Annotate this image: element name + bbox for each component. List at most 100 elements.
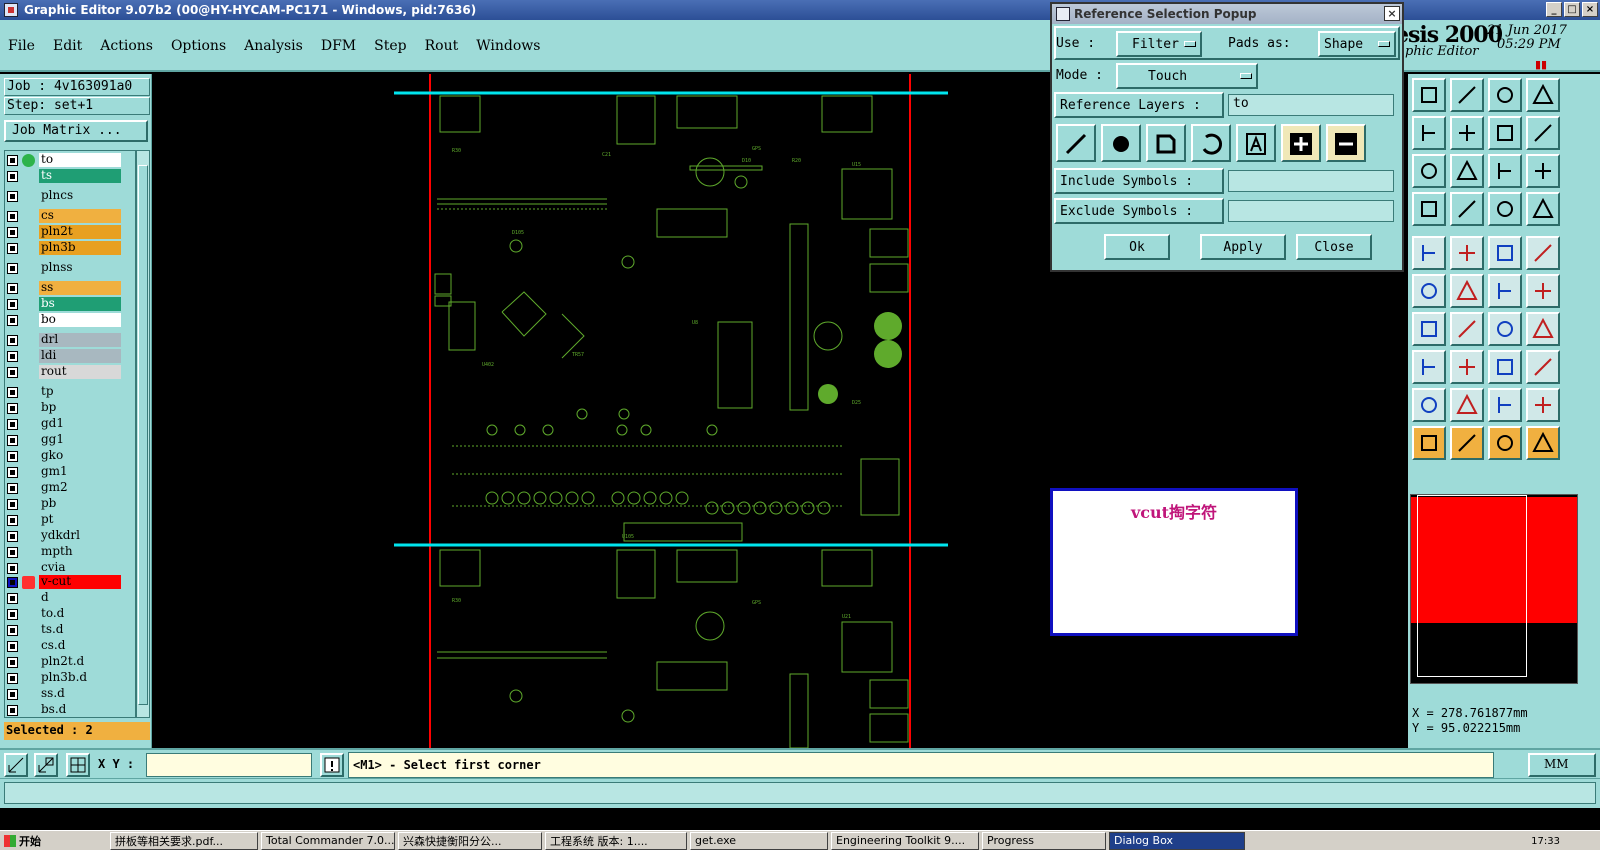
layer-name[interactable]: ldi bbox=[39, 349, 121, 363]
layer-name[interactable]: pt bbox=[39, 513, 121, 527]
layer-name[interactable]: gd1 bbox=[39, 417, 121, 431]
layer-name[interactable]: drl bbox=[39, 333, 121, 347]
layer-name[interactable]: gm2 bbox=[39, 481, 121, 495]
include-symbols-input[interactable] bbox=[1228, 170, 1394, 192]
layer-name[interactable]: bp bbox=[39, 401, 121, 415]
layer-name[interactable]: gg1 bbox=[39, 433, 121, 447]
move-button[interactable] bbox=[1412, 350, 1446, 384]
layer-name[interactable]: ss bbox=[39, 281, 121, 295]
ff-button[interactable] bbox=[1526, 312, 1560, 346]
zoom-area-button[interactable] bbox=[34, 753, 58, 777]
line-shape-button[interactable] bbox=[1056, 124, 1096, 162]
layer-checkbox[interactable] bbox=[7, 242, 18, 254]
layer-name[interactable]: to bbox=[39, 153, 121, 167]
taskbar-item[interactable]: Total Commander 7.0... bbox=[261, 831, 395, 850]
layer-name[interactable]: d bbox=[39, 591, 121, 605]
use-select[interactable]: Filter bbox=[1116, 31, 1202, 57]
layer-name[interactable]: gm1 bbox=[39, 465, 121, 479]
layer-checkbox[interactable] bbox=[7, 402, 18, 414]
ok-button[interactable]: Ok bbox=[1104, 234, 1170, 260]
layer-name[interactable]: pb bbox=[39, 497, 121, 511]
layer-name[interactable]: rout bbox=[39, 365, 121, 379]
zoom-fit-button[interactable] bbox=[4, 753, 28, 777]
step-right-button[interactable] bbox=[1450, 116, 1484, 150]
layer-name[interactable]: cvia bbox=[39, 561, 121, 575]
layer-checkbox[interactable] bbox=[7, 530, 18, 542]
layer-name[interactable]: ss.d bbox=[39, 687, 121, 701]
cursor-box-button[interactable] bbox=[1450, 426, 1484, 460]
layer-checkbox[interactable] bbox=[7, 434, 18, 446]
reference-layers-input[interactable]: to bbox=[1228, 94, 1394, 116]
taskbar-item[interactable]: get.exe bbox=[690, 831, 828, 850]
close-dialog-button[interactable]: Close bbox=[1296, 234, 1372, 260]
layer-name[interactable]: bs.d bbox=[39, 703, 121, 717]
mode-select[interactable]: Touch bbox=[1116, 63, 1258, 89]
layer-checkbox[interactable] bbox=[7, 210, 18, 222]
layer-checkbox[interactable] bbox=[7, 450, 18, 462]
job-matrix-button[interactable]: Job Matrix ... bbox=[4, 120, 148, 142]
feature-info-button[interactable] bbox=[1488, 192, 1522, 226]
line-connect-button[interactable] bbox=[1526, 274, 1560, 308]
layer-checkbox[interactable] bbox=[7, 262, 18, 274]
taskbar-item[interactable]: Dialog Box bbox=[1109, 831, 1245, 850]
layer-checkbox[interactable] bbox=[7, 640, 18, 652]
menu-options[interactable]: Options bbox=[171, 38, 226, 55]
page-down-button[interactable] bbox=[1450, 78, 1484, 112]
triangle-c-button[interactable] bbox=[1488, 388, 1522, 422]
cross-button[interactable] bbox=[1450, 274, 1484, 308]
layer-name[interactable]: cs bbox=[39, 209, 121, 223]
overview-preview[interactable] bbox=[1410, 494, 1578, 684]
hand-button[interactable] bbox=[1412, 192, 1446, 226]
help-button[interactable] bbox=[1526, 154, 1560, 188]
layer-checkbox[interactable] bbox=[7, 350, 18, 362]
plus-button[interactable] bbox=[1281, 124, 1321, 162]
layer-checkbox[interactable] bbox=[7, 154, 18, 166]
pad-button[interactable] bbox=[1526, 236, 1560, 270]
layer-checkbox[interactable] bbox=[7, 498, 18, 510]
preview-view-frame[interactable] bbox=[1417, 495, 1527, 677]
layer-checkbox[interactable] bbox=[7, 418, 18, 430]
copy-button[interactable] bbox=[1526, 350, 1560, 384]
menu-dfm[interactable]: DFM bbox=[321, 38, 356, 55]
layer-name[interactable]: bs bbox=[39, 297, 121, 311]
zoom-back-button[interactable] bbox=[1488, 116, 1522, 150]
layer-checkbox[interactable] bbox=[7, 190, 18, 202]
exclude-symbols-input[interactable] bbox=[1228, 200, 1394, 222]
layer-checkbox[interactable] bbox=[7, 282, 18, 294]
ruler-button[interactable] bbox=[1488, 236, 1522, 270]
pan-button[interactable] bbox=[1450, 154, 1484, 188]
start-button[interactable]: 开始 bbox=[0, 832, 50, 850]
triangle-a-button[interactable] bbox=[1412, 388, 1446, 422]
layer-checkbox[interactable] bbox=[7, 704, 18, 716]
layer-name[interactable]: pln2t bbox=[39, 225, 121, 239]
page-up-button[interactable] bbox=[1412, 78, 1446, 112]
layer-name[interactable]: ts bbox=[39, 169, 121, 183]
apply-button[interactable]: Apply bbox=[1200, 234, 1286, 260]
layer-checkbox[interactable] bbox=[7, 170, 18, 182]
layer-name[interactable]: ts.d bbox=[39, 623, 121, 637]
layer-checkbox[interactable] bbox=[7, 466, 18, 478]
layer-name[interactable]: bo bbox=[39, 313, 121, 327]
taskbar-item[interactable]: 兴森快捷衡阳分公... bbox=[398, 831, 542, 850]
layer-checkbox[interactable] bbox=[7, 576, 18, 588]
select-pad-button[interactable] bbox=[1412, 236, 1446, 270]
menu-edit[interactable]: Edit bbox=[53, 38, 82, 55]
xy-input[interactable] bbox=[146, 753, 312, 777]
layer-name[interactable]: pln3b.d bbox=[39, 671, 121, 685]
layer-checkbox[interactable] bbox=[7, 688, 18, 700]
minus-button[interactable] bbox=[1326, 124, 1366, 162]
scroll-thumb[interactable] bbox=[138, 165, 148, 705]
layer-checkbox[interactable] bbox=[7, 482, 18, 494]
maximize-button[interactable]: □ bbox=[1564, 2, 1580, 17]
layer-checkbox[interactable] bbox=[7, 562, 18, 574]
expand-vertical-button[interactable] bbox=[1412, 154, 1446, 188]
pads-as-select[interactable]: Shape bbox=[1318, 31, 1396, 57]
cursor-button[interactable] bbox=[1412, 426, 1446, 460]
layer-checkbox[interactable] bbox=[7, 514, 18, 526]
layer-name[interactable]: plnss bbox=[39, 261, 121, 275]
popup-close-icon[interactable]: × bbox=[1384, 6, 1400, 21]
layer-checkbox[interactable] bbox=[7, 624, 18, 636]
layer-name[interactable]: pln2t.d bbox=[39, 655, 121, 669]
triangle-d-button[interactable] bbox=[1526, 388, 1560, 422]
layer-name[interactable]: tp bbox=[39, 385, 121, 399]
